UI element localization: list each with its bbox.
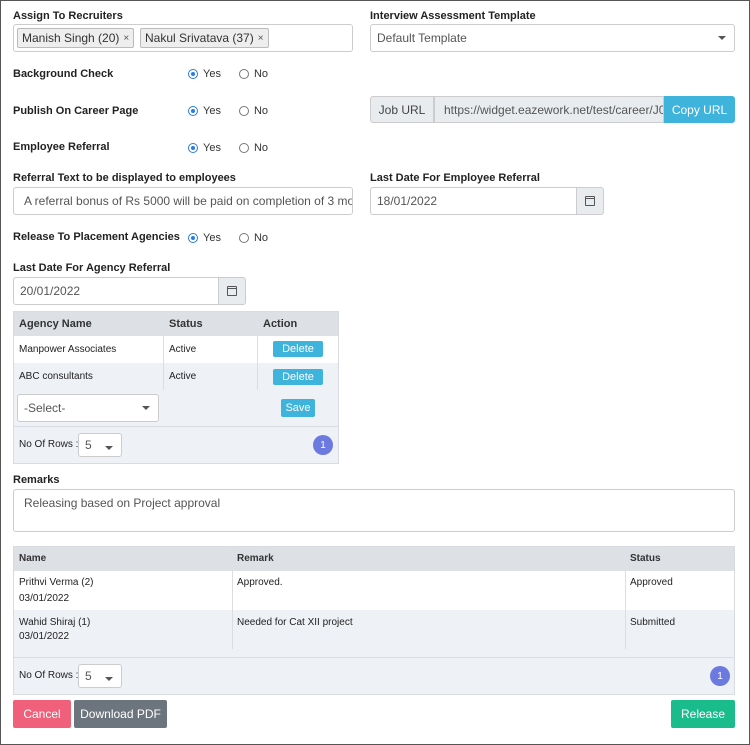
col-remark: Remark	[237, 553, 274, 564]
chevron-down-icon	[105, 677, 113, 681]
agency-status-cell: Active	[169, 344, 197, 355]
history-name-cell: Wahid Shiraj (1)	[19, 617, 91, 628]
rows-per-page-select[interactable]: 5	[78, 433, 122, 457]
background-check-no-radio[interactable]	[238, 69, 249, 79]
background-check-label: Background Check	[13, 68, 114, 80]
placement-no-radio[interactable]	[238, 233, 249, 243]
employee-referral-radios: Yes No	[188, 142, 268, 154]
calendar-icon	[227, 286, 237, 296]
remarks-textarea[interactable]: Releasing based on Project approval	[13, 489, 735, 532]
agency-select[interactable]: -Select-	[17, 394, 159, 422]
calendar-button[interactable]	[577, 187, 604, 215]
radio-yes-label: Yes	[203, 105, 221, 117]
remarks-label: Remarks	[13, 474, 60, 486]
history-date-cell: 03/01/2022	[19, 593, 70, 604]
referral-text-input[interactable]: A referral bonus of Rs 5000 will be paid…	[13, 187, 353, 215]
rows-per-page-value: 5	[85, 669, 92, 683]
agency-name-cell: ABC consultants	[19, 371, 93, 382]
chevron-down-icon	[105, 446, 113, 450]
publish-label: Publish On Career Page	[13, 105, 139, 117]
background-check-radios: Yes No	[188, 68, 268, 80]
col-status: Status	[169, 318, 203, 330]
rows-per-page-label: No Of Rows :	[19, 439, 79, 450]
publish-radios: Yes No	[188, 105, 268, 117]
placement-label: Release To Placement Agencies	[13, 231, 180, 243]
table-row: Prithvi Verma (2) 03/01/2022 Approved. A…	[14, 571, 734, 610]
agency-table-header: Agency Name Status Action	[14, 312, 338, 336]
col-name: Name	[19, 553, 47, 564]
employee-referral-label: Employee Referral	[13, 141, 110, 153]
recruiter-tag[interactable]: Manish Singh (20) ×	[17, 28, 135, 48]
last-date-employee-label: Last Date For Employee Referral	[370, 172, 540, 184]
delete-button[interactable]: Delete	[273, 369, 323, 385]
radio-no-label: No	[253, 68, 269, 80]
placement-yes-radio[interactable]	[188, 233, 198, 243]
employee-referral-yes-radio[interactable]	[188, 143, 198, 153]
remove-tag-icon[interactable]: ×	[258, 33, 264, 44]
download-pdf-button[interactable]: Download PDF	[74, 700, 167, 728]
assign-job-form: Assign To Recruiters Manish Singh (20) ×…	[0, 0, 750, 745]
history-status-cell: Submitted	[630, 617, 676, 628]
publish-yes-radio[interactable]	[188, 106, 198, 116]
release-button[interactable]: Release	[671, 700, 735, 728]
last-date-agency-label: Last Date For Agency Referral	[13, 262, 171, 274]
history-remark-cell: Approved.	[237, 577, 283, 588]
calendar-button[interactable]	[219, 277, 246, 305]
copy-url-button[interactable]: Copy URL	[664, 96, 735, 123]
delete-button[interactable]: Delete	[273, 341, 323, 357]
table-row: Manpower Associates Active Delete	[14, 336, 338, 363]
chevron-down-icon	[718, 36, 726, 40]
history-table-header: Name Remark Status	[14, 547, 734, 571]
job-url-prefix: Job URL	[370, 96, 434, 123]
col-agency-name: Agency Name	[19, 318, 92, 330]
table-row: Wahid Shiraj (1) 03/01/2022 Needed for C…	[14, 610, 734, 649]
template-select-value: Default Template	[377, 31, 467, 45]
history-name-cell: Prithvi Verma (2)	[19, 577, 94, 588]
rows-per-page-label: No Of Rows :	[19, 670, 79, 681]
template-select[interactable]: Default Template	[370, 24, 735, 52]
chevron-down-icon	[142, 406, 150, 410]
table-row: ABC consultants Active Delete	[14, 363, 338, 390]
background-check-yes-radio[interactable]	[188, 69, 198, 79]
recruiters-multiselect[interactable]: Manish Singh (20) × Nakul Srivatava (37)…	[13, 24, 353, 52]
history-status-cell: Approved	[630, 577, 673, 588]
history-remark-cell: Needed for Cat XII project	[237, 617, 353, 628]
radio-no-label: No	[253, 105, 269, 117]
page-1-button[interactable]: 1	[313, 435, 333, 455]
radio-yes-label: Yes	[203, 68, 221, 80]
history-date-cell: 03/01/2022	[19, 631, 70, 642]
radio-no-label: No	[253, 232, 269, 244]
last-date-agency-input[interactable]: 20/01/2022	[13, 277, 219, 305]
template-label: Interview Assessment Template	[370, 10, 536, 22]
radio-yes-label: Yes	[203, 142, 221, 154]
page-1-button[interactable]: 1	[710, 666, 730, 686]
remove-tag-icon[interactable]: ×	[123, 33, 129, 44]
job-url-field[interactable]: https://widget.eazework.net/test/career/…	[434, 96, 664, 123]
recruiter-tag[interactable]: Nakul Srivatava (37) ×	[140, 28, 269, 48]
publish-no-radio[interactable]	[238, 106, 249, 116]
radio-no-label: No	[253, 142, 269, 154]
agency-status-cell: Active	[169, 371, 197, 382]
save-button[interactable]: Save	[281, 399, 315, 417]
referral-text-label: Referral Text to be displayed to employe…	[13, 172, 236, 184]
recruiters-label: Assign To Recruiters	[13, 10, 123, 22]
col-status: Status	[630, 553, 661, 564]
recruiter-tag-label: Manish Singh (20)	[22, 31, 120, 45]
cancel-button[interactable]: Cancel	[13, 700, 71, 728]
agency-name-cell: Manpower Associates	[19, 344, 117, 355]
radio-yes-label: Yes	[203, 232, 221, 244]
col-action: Action	[263, 318, 298, 330]
rows-per-page-value: 5	[85, 438, 92, 452]
calendar-icon	[585, 196, 595, 206]
placement-radios: Yes No	[188, 232, 268, 244]
agency-select-value: -Select-	[24, 401, 66, 415]
last-date-employee-input[interactable]: 18/01/2022	[370, 187, 577, 215]
rows-per-page-select[interactable]: 5	[78, 664, 122, 688]
employee-referral-no-radio[interactable]	[238, 143, 249, 153]
recruiter-tag-label: Nakul Srivatava (37)	[145, 31, 254, 45]
